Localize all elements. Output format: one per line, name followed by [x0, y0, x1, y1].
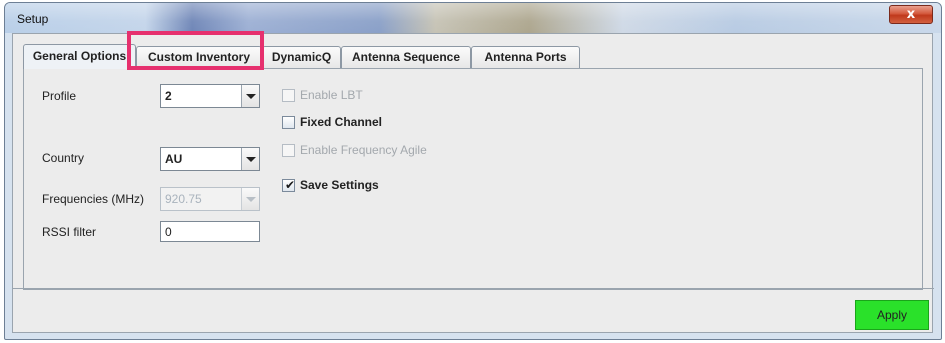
checkbox-box [282, 89, 295, 102]
dialog-content: General Options Custom Inventory Dynamic… [12, 33, 934, 333]
enable-frequency-agile-label: Enable Frequency Agile [300, 143, 427, 157]
country-value: AU [165, 152, 183, 166]
close-icon: x [906, 7, 916, 22]
checkbox-box[interactable]: ✔ [282, 178, 296, 192]
profile-label: Profile [42, 89, 77, 103]
rssi-filter-input[interactable] [160, 221, 260, 242]
rssi-filter-label: RSSI filter [42, 225, 97, 239]
frequencies-value: 920.75 [165, 192, 202, 206]
profile-select[interactable]: 2 [160, 84, 260, 108]
checkmark-icon: ✔ [285, 178, 296, 192]
tab-antenna-sequence[interactable]: Antenna Sequence [341, 46, 471, 68]
fixed-channel-label[interactable]: Fixed Channel [300, 115, 382, 129]
profile-value: 2 [165, 89, 172, 103]
divider [13, 288, 934, 289]
close-button[interactable]: x [889, 5, 933, 24]
chevron-down-icon [241, 188, 259, 210]
setup-window: Setup x General Options Custom Inventory… [4, 2, 942, 340]
window-title: Setup [17, 12, 49, 26]
tab-antenna-ports[interactable]: Antenna Ports [471, 46, 580, 68]
title-bar[interactable]: Setup x [5, 3, 941, 33]
checkbox-box[interactable] [282, 116, 295, 129]
enable-lbt-label: Enable LBT [300, 88, 363, 102]
chevron-down-icon[interactable] [241, 148, 259, 170]
frequencies-label: Frequencies (MHz) [42, 192, 145, 206]
country-label: Country [42, 151, 85, 165]
country-select[interactable]: AU [160, 147, 260, 171]
tab-dynamicq[interactable]: DynamicQ [262, 46, 341, 68]
chevron-down-icon[interactable] [241, 85, 259, 107]
tab-custom-inventory[interactable]: Custom Inventory [136, 46, 262, 68]
frequencies-select: 920.75 [160, 187, 260, 211]
save-settings-label[interactable]: Save Settings [300, 178, 379, 192]
checkbox-box [282, 144, 295, 157]
general-options-panel: Profile 2 Country AU Frequencies (MHz) 9… [23, 68, 923, 290]
apply-button[interactable]: Apply [855, 300, 929, 330]
tab-general-options[interactable]: General Options [23, 44, 136, 69]
